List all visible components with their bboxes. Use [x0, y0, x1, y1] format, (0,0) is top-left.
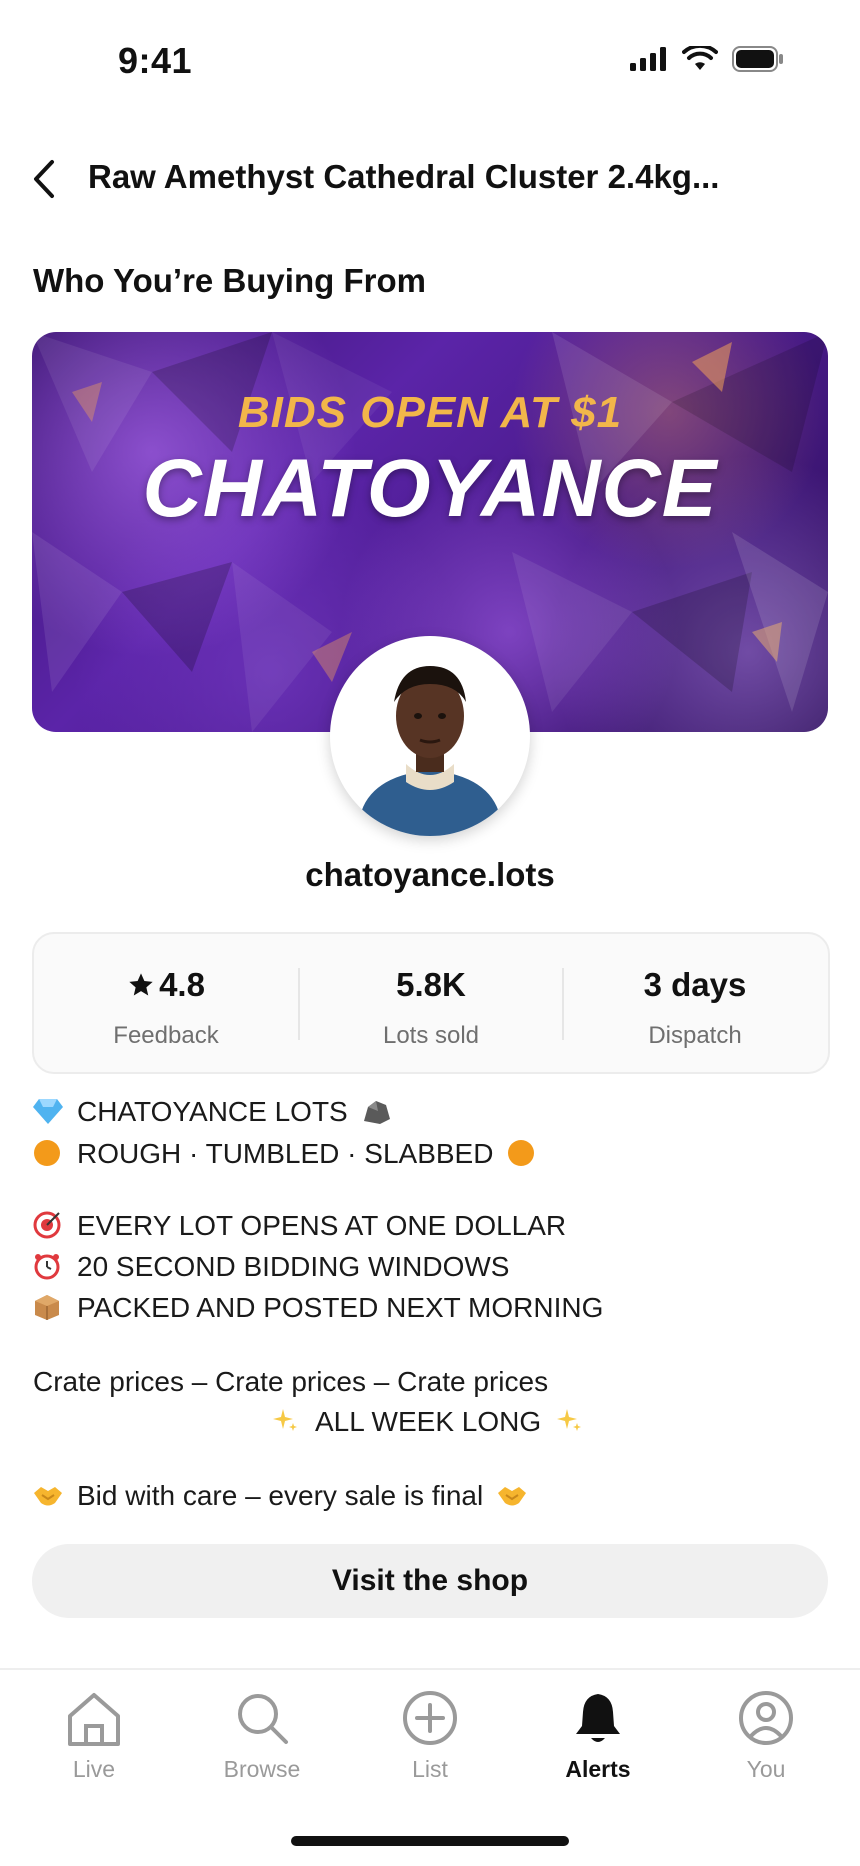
status-icons	[630, 46, 784, 72]
plus-circle-icon	[403, 1691, 457, 1745]
stat-lots-sold-label: Lots sold	[382, 1022, 480, 1049]
package-icon	[35, 1295, 59, 1320]
bell-icon	[576, 1694, 620, 1742]
star-icon	[129, 973, 153, 996]
banner-tagline: BIDS OPEN AT $1	[237, 388, 623, 437]
section-title: Who You’re Buying From	[33, 262, 426, 299]
tab-label: List	[412, 1756, 448, 1782]
rock-icon	[363, 1101, 390, 1124]
stat-feedback-value: 4.8	[34, 966, 298, 1004]
bio-line: 20 SECOND BIDDING WINDOWS	[33, 1251, 509, 1283]
gem-icon	[33, 1099, 63, 1124]
person-photo	[340, 646, 520, 836]
bio-line: Crate prices – Crate prices – Crate pric…	[33, 1366, 549, 1397]
tab-label: You	[746, 1756, 786, 1782]
handshake-icon	[34, 1487, 62, 1506]
stat-dispatch-label: Dispatch	[648, 1022, 742, 1049]
seller-username[interactable]: chatoyance.lots	[0, 856, 860, 894]
sparkles-icon	[273, 1409, 297, 1431]
bio-line: PACKED AND POSTED NEXT MORNING	[33, 1292, 603, 1324]
signal-icon	[630, 47, 666, 71]
visit-shop-button[interactable]: Visit the shop	[32, 1544, 828, 1618]
banner-shop-name: CHATOYANCE	[142, 443, 718, 534]
handshake-icon	[497, 1487, 526, 1506]
battery-icon	[732, 46, 783, 72]
chevron-left-icon	[34, 160, 54, 198]
stat-feedback-label: Feedback	[113, 1022, 219, 1049]
orange-circle-icon	[508, 1140, 535, 1166]
user-icon	[739, 1691, 793, 1745]
target-icon	[33, 1211, 61, 1239]
stat-feedback: 4.8 Feedback	[34, 934, 298, 1072]
seller-avatar[interactable]	[330, 636, 530, 836]
orange-circle-icon	[34, 1140, 60, 1166]
tab-label: Browse	[223, 1756, 301, 1782]
stat-lots-sold-value: 5.8K	[396, 966, 466, 1003]
tab-list[interactable]: List	[370, 1690, 490, 1790]
tab-alerts[interactable]: Alerts	[538, 1690, 658, 1790]
nav-header: Raw Amethyst Cathedral Cluster 2.4kg...	[0, 148, 860, 208]
alarm-clock-icon	[34, 1254, 60, 1280]
home-indicator[interactable]	[291, 1836, 569, 1846]
home-icon	[68, 1693, 120, 1746]
bio-line: ALL WEEK LONG	[271, 1406, 583, 1438]
bio-line: CHATOYANCE LOTS	[33, 1096, 392, 1128]
bio-line: Bid with care – every sale is final	[33, 1480, 527, 1512]
status-bar: 9:41	[0, 0, 860, 120]
tab-label: Live	[72, 1756, 116, 1782]
back-button[interactable]	[28, 156, 64, 202]
bio-line: EVERY LOT OPENS AT ONE DOLLAR	[33, 1210, 566, 1242]
page-title: Raw Amethyst Cathedral Cluster 2.4kg...	[88, 158, 720, 195]
search-icon	[238, 1694, 288, 1744]
tab-live[interactable]: Live	[34, 1690, 154, 1790]
seller-stats-card: 4.8 Feedback 5.8K Lots sold 3 days Dispa…	[32, 932, 830, 1074]
stat-lots-sold: 5.8K Lots sold	[299, 934, 563, 1072]
bio-line: ROUGH · TUMBLED · SLABBED	[33, 1138, 535, 1170]
wifi-icon	[682, 46, 718, 70]
tab-browse[interactable]: Browse	[202, 1690, 322, 1790]
status-time: 9:41	[118, 40, 193, 81]
stat-dispatch: 3 days Dispatch	[563, 934, 827, 1072]
stat-dispatch-value: 3 days	[643, 966, 747, 1003]
tab-you[interactable]: You	[706, 1690, 826, 1790]
sparkles-icon	[556, 1409, 581, 1431]
tab-label: Alerts	[565, 1756, 631, 1782]
